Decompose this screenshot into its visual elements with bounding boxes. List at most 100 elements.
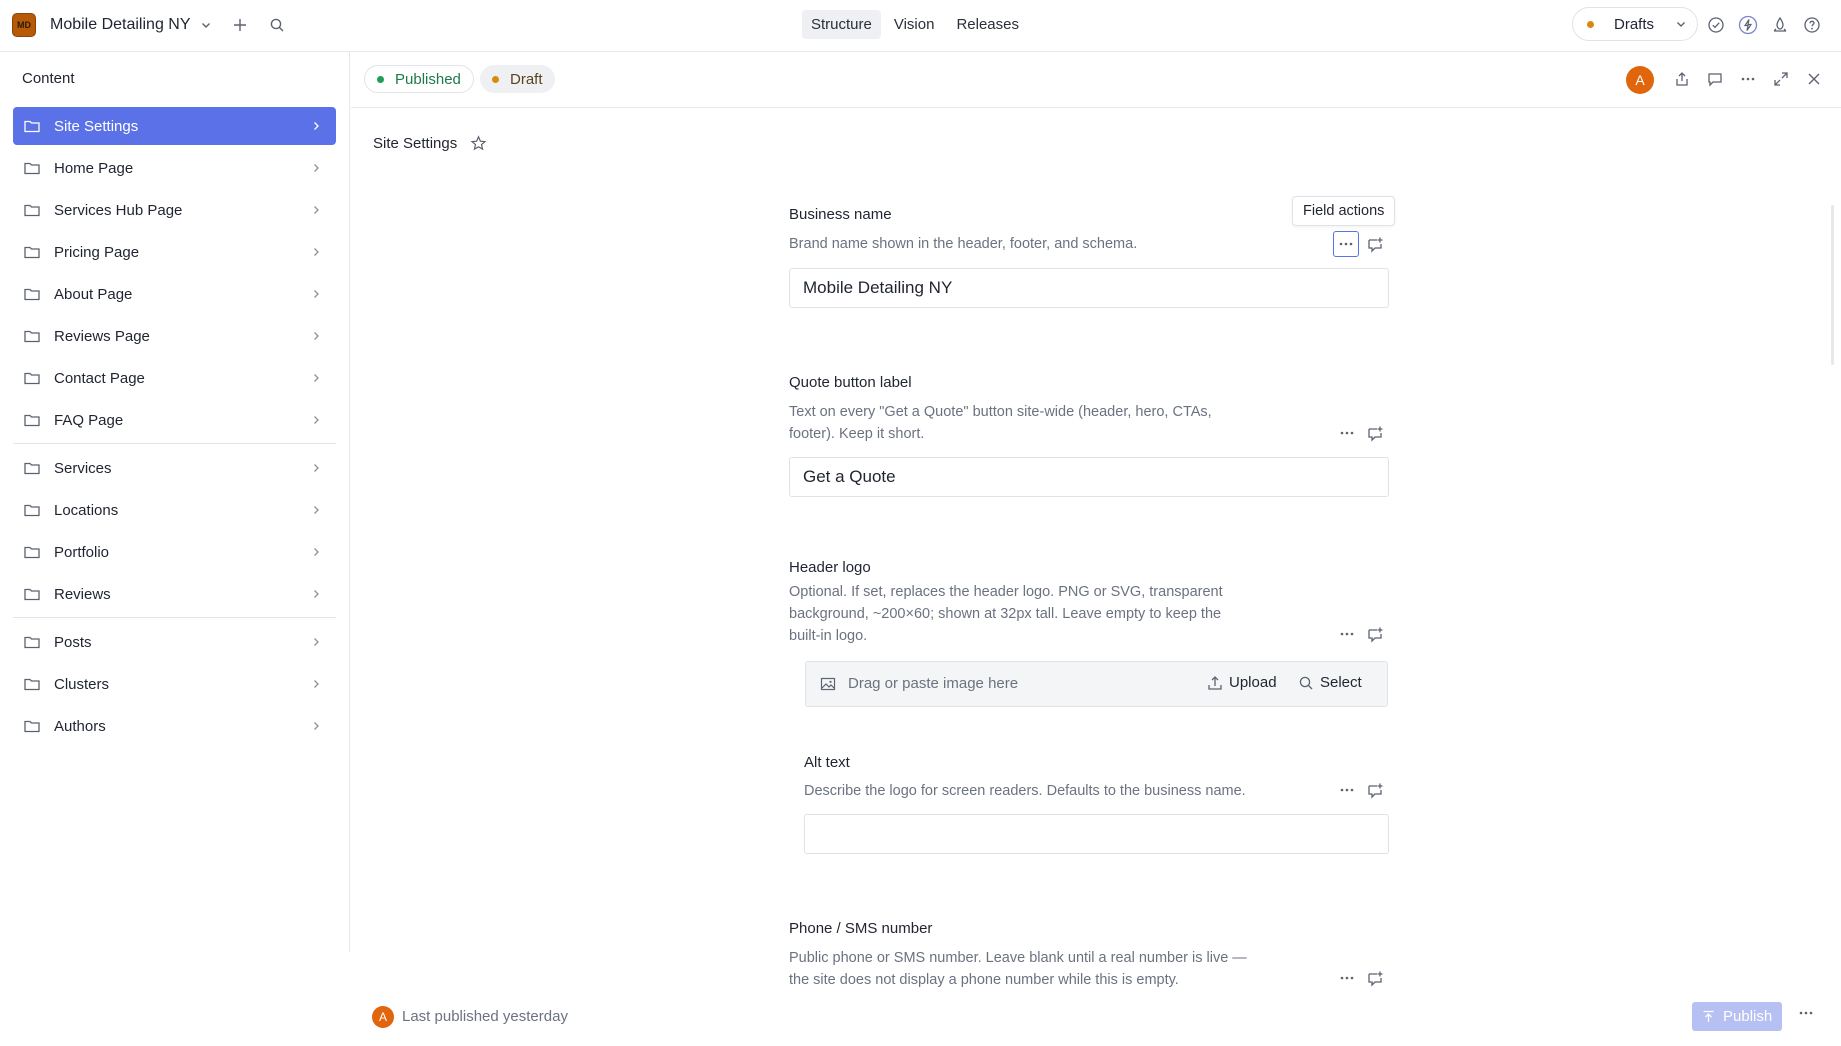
business-name-input[interactable]: Mobile Detailing NY (789, 268, 1389, 308)
more-options-icon[interactable] (1798, 1005, 1814, 1021)
plus-icon[interactable] (228, 13, 252, 37)
sidebar-item-locations[interactable]: Locations (13, 491, 336, 529)
sidebar-item-reviews-page[interactable]: Reviews Page (13, 317, 336, 355)
sidebar-divider (13, 443, 336, 444)
comment-add-icon (1367, 426, 1382, 442)
chevron-right-icon (314, 374, 319, 382)
comment-icon[interactable] (1703, 67, 1727, 91)
add-comment-button[interactable] (1362, 777, 1388, 803)
folder-icon (24, 720, 40, 733)
published-tab[interactable]: Published (364, 65, 474, 93)
folder-icon (24, 546, 40, 559)
published-status-dot (377, 75, 384, 83)
bolt-icon[interactable] (1736, 13, 1760, 37)
field-actions-button[interactable] (1334, 965, 1360, 991)
sidebar-item-faq-page[interactable]: FAQ Page (13, 401, 336, 439)
field-description: footer). Keep it short. (789, 426, 925, 442)
chevron-right-icon (314, 548, 319, 556)
sidebar-divider (13, 617, 336, 618)
field-title: Phone / SMS number (789, 920, 933, 937)
image-dropzone[interactable]: Drag or paste image here Upload Select (805, 661, 1388, 707)
avatar[interactable]: A (1626, 66, 1654, 94)
add-comment-button[interactable] (1362, 231, 1388, 257)
alt-text-input[interactable] (804, 814, 1389, 854)
more-icon (1340, 788, 1354, 792)
search-icon[interactable] (265, 13, 289, 37)
publish-status: Last published yesterday (402, 1008, 568, 1025)
published-label: Published (395, 70, 461, 88)
tab-structure[interactable]: Structure (802, 10, 881, 39)
sidebar-item-posts[interactable]: Posts (13, 623, 336, 661)
share-icon[interactable] (1670, 67, 1694, 91)
add-comment-button[interactable] (1362, 420, 1388, 446)
chevron-right-icon (314, 164, 319, 172)
perspective-select[interactable]: Drafts (1572, 7, 1698, 41)
field-title: Header logo (789, 559, 871, 576)
more-options-icon[interactable] (1736, 67, 1760, 91)
folder-icon (24, 372, 40, 385)
sidebar-item-home-page[interactable]: Home Page (13, 149, 336, 187)
chevron-right-icon (314, 722, 319, 730)
more-icon (1340, 632, 1354, 636)
field-description: background, ~200×60; shown at 32px tall.… (789, 606, 1222, 622)
expand-icon[interactable] (1769, 67, 1793, 91)
sidebar-item-reviews[interactable]: Reviews (13, 575, 336, 613)
field-actions-button[interactable] (1334, 621, 1360, 647)
sidebar-item-clusters[interactable]: Clusters (13, 665, 336, 703)
field-actions-button[interactable] (1334, 777, 1360, 803)
upload-button[interactable]: Upload (1207, 674, 1277, 691)
publish-button[interactable]: Publish (1692, 1002, 1782, 1031)
field-actions-tooltip: Field actions (1292, 196, 1396, 226)
folder-icon (24, 288, 40, 301)
sidebar-item-services[interactable]: Services (13, 449, 336, 487)
chevron-right-icon (314, 332, 319, 340)
workspace-badge: MD (12, 13, 36, 37)
star-icon[interactable] (470, 135, 487, 152)
sidebar-item-about-page[interactable]: About Page (13, 275, 336, 313)
field-description: Text on every "Get a Quote" button site-… (789, 404, 1212, 420)
field-description: Public phone or SMS number. Leave blank … (789, 950, 1247, 966)
plugin-icon[interactable] (1768, 13, 1792, 37)
field-description: Describe the logo for screen readers. De… (804, 783, 1246, 799)
main-nav: Structure Vision Releases (802, 10, 1028, 39)
field-actions-button[interactable] (1334, 420, 1360, 446)
chevron-down-icon (1677, 22, 1685, 27)
chevron-right-icon (314, 506, 319, 514)
field-title: Business name (789, 206, 892, 223)
check-circle-icon[interactable] (1704, 13, 1728, 37)
help-icon[interactable] (1800, 13, 1824, 37)
sidebar-item-contact-page[interactable]: Contact Page (13, 359, 336, 397)
sidebar-item-label: Locations (54, 501, 119, 519)
select-button[interactable]: Select (1298, 674, 1362, 691)
more-icon (1340, 431, 1354, 435)
tab-vision[interactable]: Vision (885, 10, 944, 39)
tab-releases[interactable]: Releases (947, 10, 1028, 39)
folder-icon (24, 120, 40, 133)
add-comment-button[interactable] (1362, 965, 1388, 991)
field-actions-button[interactable] (1333, 231, 1359, 257)
workspace-switcher[interactable]: MD Mobile Detailing NY (12, 10, 212, 40)
chevron-right-icon (314, 680, 319, 688)
quote-button-label-input[interactable]: Get a Quote (789, 457, 1389, 497)
document-header: Published Draft A (351, 52, 1841, 108)
sidebar-item-label: Posts (54, 633, 92, 651)
perspective-label: Drafts (1614, 15, 1655, 33)
folder-icon (24, 204, 40, 217)
document-footer: A Last published yesterday Publish (351, 996, 1841, 1046)
sidebar-item-site-settings[interactable]: Site Settings (13, 107, 336, 145)
sidebar-title: Content (22, 70, 75, 87)
sidebar-item-label: Site Settings (54, 117, 139, 135)
sidebar-item-services-hub-page[interactable]: Services Hub Page (13, 191, 336, 229)
draft-tab[interactable]: Draft (480, 65, 555, 93)
close-icon[interactable] (1802, 67, 1826, 91)
sidebar-item-pricing-page[interactable]: Pricing Page (13, 233, 336, 271)
publish-label: Publish (1723, 1008, 1773, 1025)
more-icon (1340, 976, 1354, 980)
scrollbar[interactable] (1831, 205, 1834, 365)
sidebar-item-portfolio[interactable]: Portfolio (13, 533, 336, 571)
field-description: built-in logo. (789, 628, 868, 644)
add-comment-button[interactable] (1362, 621, 1388, 647)
sidebar-item-authors[interactable]: Authors (13, 707, 336, 745)
draft-status-dot (1587, 20, 1594, 28)
sidebar-item-label: Home Page (54, 159, 134, 177)
